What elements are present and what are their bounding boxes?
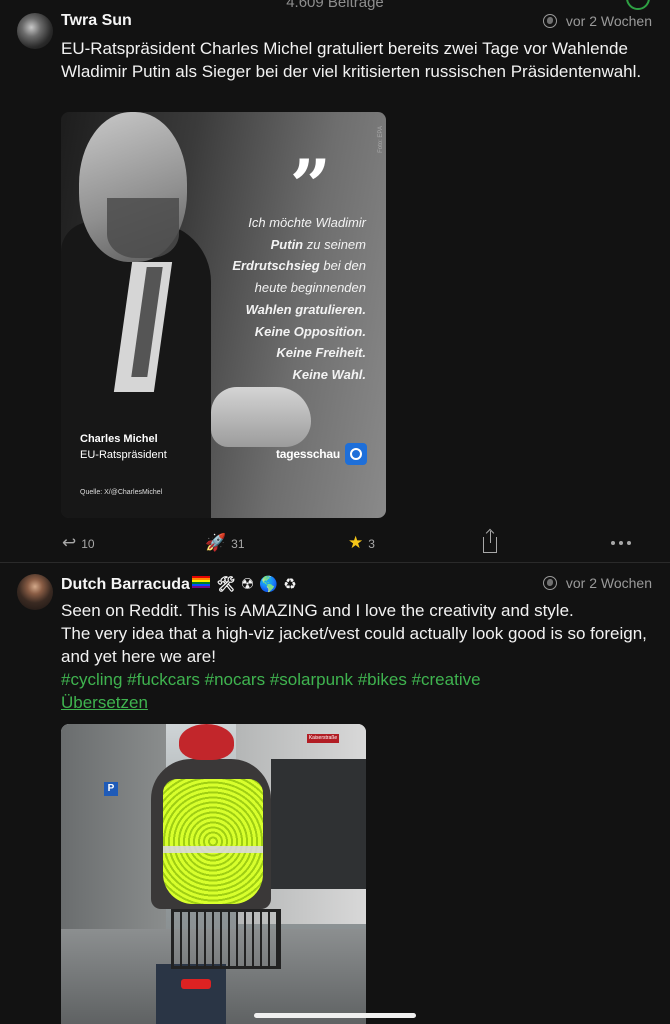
image-bike-basket <box>171 909 281 969</box>
reply-count: 10 <box>81 536 95 551</box>
avatar[interactable] <box>17 13 53 49</box>
image-legs <box>156 964 226 1024</box>
post-image[interactable]: Foto: EPA ” Ich möchte Wladimir Putin zu… <box>61 112 386 518</box>
image-hand <box>211 387 311 447</box>
street-sign: Kaiserstraße <box>307 734 339 743</box>
post-actions: ↩ 10 🚀 31 ★ 3 <box>0 531 670 555</box>
quote-line: Keine Wahl. <box>292 366 366 382</box>
favourite-count: 3 <box>368 536 375 551</box>
tagesschau-logo-icon <box>345 443 367 465</box>
image-caption-name: Charles Michel <box>80 433 158 445</box>
post-text: EU-Ratspräsident Charles Michel gratulie… <box>61 39 642 81</box>
post-time: vor 2 Wochen <box>565 13 652 29</box>
post-meta: vor 2 Wochen <box>542 13 652 29</box>
more-button[interactable] <box>611 535 631 545</box>
image-shopfront <box>271 759 366 889</box>
image-red-beret <box>179 724 234 760</box>
post-text-line: Seen on Reddit. This is AMAZING and I lo… <box>61 601 574 620</box>
post-image[interactable]: P Kaiserstraße <box>61 724 366 1024</box>
image-reflective-stripe <box>163 846 263 853</box>
author-name-text: Dutch Barracuda <box>61 576 190 593</box>
star-icon: ★ <box>348 533 364 553</box>
quote-line: Putin zu seinem <box>270 236 366 252</box>
quote-line: Ich möchte Wladimir <box>248 215 366 230</box>
globe-icon <box>542 14 557 28</box>
post-time: vor 2 Wochen <box>565 575 652 591</box>
more-icon <box>611 541 631 545</box>
globe-icon <box>542 576 557 590</box>
translate-link[interactable]: Übersetzen <box>61 693 148 713</box>
quote-line: Wahlen gratulieren. <box>245 301 366 317</box>
author-name[interactable]: Twra Sun <box>61 12 132 30</box>
quote-line: Erdrutschsieg bei den <box>232 258 366 274</box>
image-source: Quelle: X/@CharlesMichel <box>80 489 163 496</box>
post[interactable]: Dutch Barracuda 🛠 ☢ 🌎 ♻ vor 2 Wochen See… <box>0 564 670 1024</box>
parking-sign-icon: P <box>104 782 118 796</box>
image-quote: Ich möchte Wladimir Putin zu seinem Erdr… <box>166 212 366 386</box>
quote-line: Keine Opposition. <box>254 323 366 339</box>
reply-icon: ↩ <box>62 533 77 553</box>
quote-line: heute beginnenden <box>254 280 366 296</box>
image-rear-light <box>181 979 211 989</box>
quote-line: Keine Freiheit. <box>276 345 366 361</box>
share-icon <box>483 531 497 553</box>
boost-count: 31 <box>231 536 245 551</box>
image-lace-vest <box>163 779 263 904</box>
favourite-button[interactable]: ★ 3 <box>348 535 375 552</box>
boost-icon: 🚀 <box>205 533 227 553</box>
post-text: Seen on Reddit. This is AMAZING and I lo… <box>61 599 657 691</box>
author-emojis: 🛠 ☢ 🌎 ♻ <box>216 575 297 593</box>
boost-button[interactable]: 🚀 31 <box>205 535 245 552</box>
post[interactable]: Twra Sun vor 2 Wochen EU-Ratspräsident C… <box>0 0 670 563</box>
reply-button[interactable]: ↩ 10 <box>62 535 95 552</box>
avatar[interactable] <box>17 574 53 610</box>
post-text-line: The very idea that a high-viz jacket/ves… <box>61 624 647 666</box>
rainbow-flag-icon <box>191 576 210 588</box>
post-meta: vor 2 Wochen <box>542 575 652 591</box>
author-name[interactable]: Dutch Barracuda 🛠 ☢ 🌎 ♻ <box>61 575 297 594</box>
image-brand: tagesschau <box>276 447 341 461</box>
image-credit: Foto: EPA <box>378 126 384 153</box>
hashtags[interactable]: #cycling #fuckcars #nocars #solarpunk #b… <box>61 668 657 691</box>
home-indicator[interactable] <box>254 1013 416 1018</box>
share-button[interactable] <box>483 531 497 553</box>
image-caption-role: EU-Ratspräsident <box>80 449 167 461</box>
